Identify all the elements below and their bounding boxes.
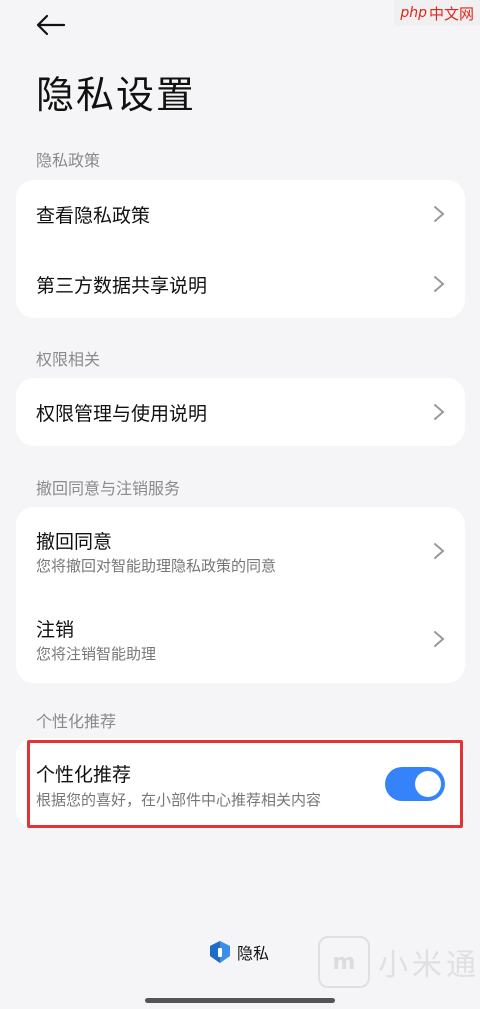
watermark-text: 小米通	[378, 948, 480, 983]
card-permissions: 权限管理与使用说明	[16, 378, 465, 446]
card-privacy-policy: 查看隐私政策 第三方数据共享说明	[16, 180, 465, 318]
home-indicator[interactable]	[145, 998, 335, 1003]
section-label-withdraw-cancel: 撤回同意与注销服务	[36, 479, 181, 498]
row-cancel-account[interactable]: 注销 您将注销智能助理	[16, 595, 465, 683]
row-title: 查看隐私政策	[36, 204, 151, 227]
watermark-xiaomitong: m 小米通	[318, 936, 480, 988]
chevron-right-icon	[434, 404, 445, 420]
watermark-php-text: php	[400, 5, 427, 21]
privacy-shield-icon	[210, 941, 230, 963]
chevron-right-icon	[434, 206, 445, 222]
back-arrow-icon[interactable]	[36, 14, 66, 36]
row-title: 第三方数据共享说明	[36, 274, 208, 297]
section-label-privacy-policy: 隐私政策	[36, 151, 101, 170]
page-title: 隐私设置	[36, 73, 197, 117]
watermark-logo: m	[318, 936, 370, 988]
row-view-privacy-policy[interactable]: 查看隐私政策	[16, 180, 465, 248]
highlight-box	[27, 740, 463, 828]
row-withdraw-consent[interactable]: 撤回同意 您将撤回对智能助理隐私政策的同意	[16, 507, 465, 595]
row-title: 撤回同意	[36, 531, 113, 553]
watermark-php: php 中文网	[394, 0, 480, 26]
chevron-right-icon	[434, 276, 445, 292]
section-label-permissions: 权限相关	[36, 350, 101, 369]
row-permission-management[interactable]: 权限管理与使用说明	[16, 378, 465, 446]
footer-brand: 隐私	[209, 940, 269, 964]
row-title: 注销	[36, 619, 75, 641]
chevron-right-icon	[434, 543, 445, 559]
footer-brand-text: 隐私	[237, 944, 270, 963]
section-label-personalized: 个性化推荐	[36, 712, 117, 731]
card-withdraw-cancel: 撤回同意 您将撤回对智能助理隐私政策的同意 注销 您将注销智能助理	[16, 507, 465, 683]
row-third-party-sharing[interactable]: 第三方数据共享说明	[16, 250, 465, 318]
row-subtitle: 您将撤回对智能助理隐私政策的同意	[36, 557, 277, 575]
watermark-cn-text: 中文网	[428, 4, 474, 23]
row-subtitle: 您将注销智能助理	[36, 645, 157, 663]
row-title: 权限管理与使用说明	[36, 402, 208, 425]
chevron-right-icon	[434, 631, 445, 647]
